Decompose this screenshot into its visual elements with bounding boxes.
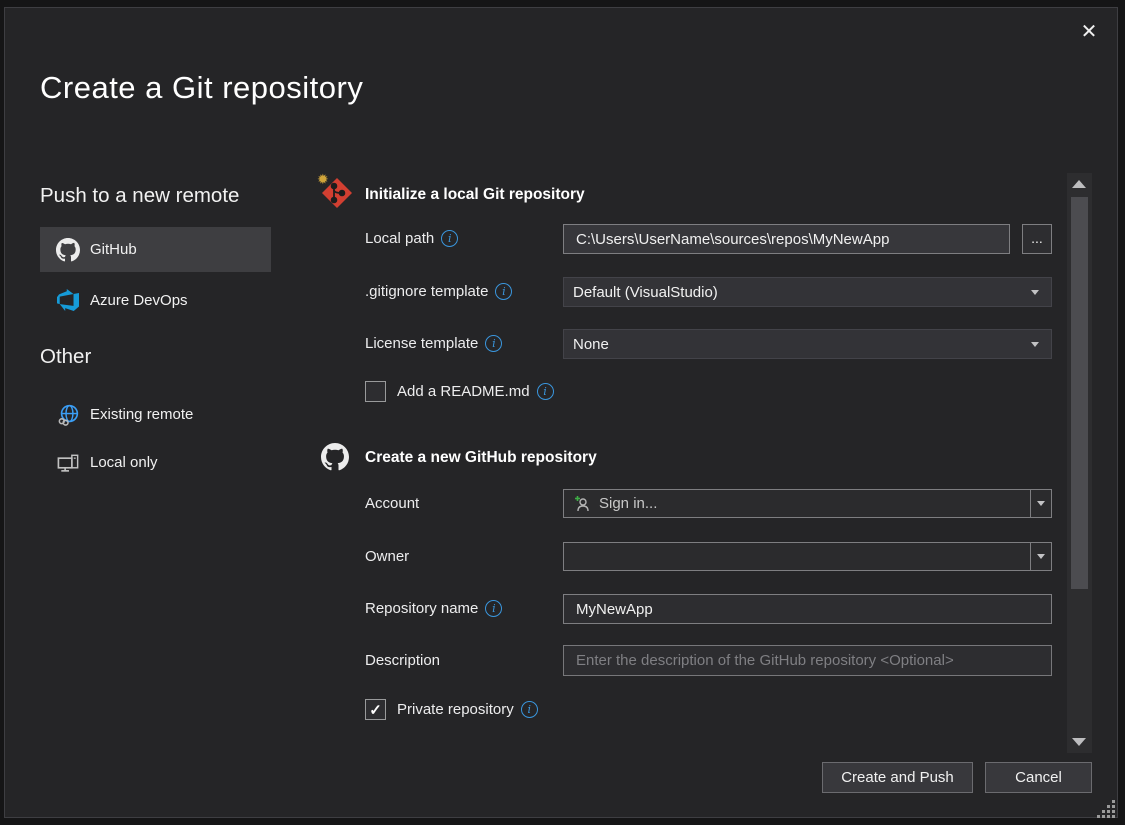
github-section-icon	[321, 443, 349, 476]
resize-grip[interactable]	[1098, 800, 1118, 818]
sidebar-item-label: Existing remote	[90, 406, 193, 423]
scrollbar-thumb[interactable]	[1071, 197, 1088, 589]
info-icon[interactable]: i	[485, 335, 502, 352]
cancel-button[interactable]: Cancel	[985, 762, 1092, 793]
sidebar-item-local-only[interactable]: Local only	[40, 446, 271, 478]
push-remote-heading: Push to a new remote	[40, 184, 239, 208]
owner-dropdown[interactable]	[563, 542, 1052, 571]
local-path-label: Local path i	[365, 230, 458, 247]
info-icon[interactable]: i	[495, 283, 512, 300]
gitignore-label: .gitignore template i	[365, 283, 512, 300]
account-label: Account	[365, 495, 419, 512]
owner-dropdown-button[interactable]	[1030, 543, 1051, 570]
private-repository-checkbox[interactable]: ✓	[365, 699, 386, 720]
description-label: Description	[365, 652, 440, 669]
gitignore-dropdown[interactable]: Default (VisualStudio)	[563, 277, 1052, 307]
git-init-icon: ✹	[318, 174, 358, 214]
info-icon[interactable]: i	[485, 600, 502, 617]
checkmark-icon: ✓	[369, 701, 382, 719]
init-local-heading: Initialize a local Git repository	[365, 186, 585, 204]
scrollbar-up-icon[interactable]	[1072, 180, 1086, 188]
license-dropdown[interactable]: None	[563, 329, 1052, 359]
chevron-down-icon	[1031, 290, 1039, 295]
sidebar-item-github[interactable]: GitHub	[40, 227, 271, 272]
scrollbar-down-icon[interactable]	[1072, 738, 1086, 746]
other-heading: Other	[40, 345, 91, 369]
info-icon[interactable]: i	[441, 230, 458, 247]
browse-button[interactable]: ...	[1022, 224, 1052, 254]
add-account-icon	[574, 495, 591, 512]
dialog-title: Create a Git repository	[40, 70, 363, 106]
azure-devops-icon	[55, 289, 81, 311]
description-input[interactable]	[563, 645, 1052, 676]
sidebar-item-label: Azure DevOps	[90, 292, 188, 309]
globe-remote-icon	[55, 402, 81, 427]
chevron-down-icon	[1037, 554, 1045, 559]
sidebar-item-label: GitHub	[90, 241, 137, 258]
account-dropdown[interactable]: Sign in...	[563, 489, 1052, 518]
sparkle-icon: ✹	[317, 171, 329, 188]
sidebar-item-azure-devops[interactable]: Azure DevOps	[40, 282, 271, 318]
close-button[interactable]: ✕	[1072, 14, 1106, 48]
github-section-heading: Create a new GitHub repository	[365, 449, 597, 467]
sidebar-item-label: Local only	[90, 454, 158, 471]
account-dropdown-button[interactable]	[1030, 490, 1051, 517]
license-label: License template i	[365, 335, 502, 352]
local-path-input[interactable]	[563, 224, 1010, 254]
close-icon: ✕	[1081, 19, 1098, 44]
repo-name-label: Repository name i	[365, 600, 502, 617]
info-icon[interactable]: i	[537, 383, 554, 400]
monitor-icon	[55, 450, 81, 475]
info-icon[interactable]: i	[521, 701, 538, 718]
private-repository-label: Private repository i	[397, 701, 538, 718]
github-icon	[55, 238, 81, 262]
chevron-down-icon	[1037, 501, 1045, 506]
owner-label: Owner	[365, 548, 409, 565]
sidebar-item-existing-remote[interactable]: Existing remote	[40, 398, 271, 430]
repository-name-input[interactable]	[563, 594, 1052, 624]
readme-label: Add a README.md i	[397, 383, 554, 400]
readme-checkbox[interactable]: ✓	[365, 381, 386, 402]
chevron-down-icon	[1031, 342, 1039, 347]
create-and-push-button[interactable]: Create and Push	[822, 762, 973, 793]
